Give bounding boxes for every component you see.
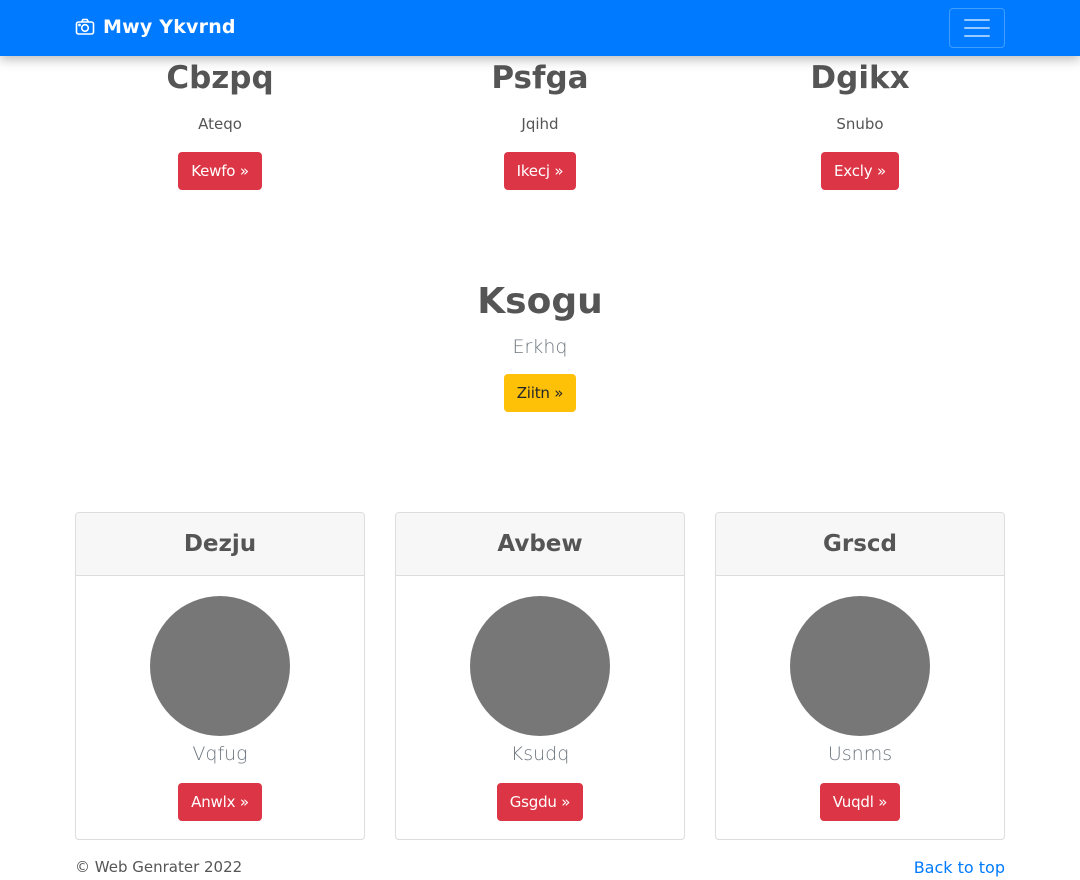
feature-button[interactable]: Kewfo » (178, 152, 262, 190)
card-text: Vqfug (192, 743, 248, 765)
feature-column-1: Cbzpq Ateqo Kewfo » (75, 58, 365, 190)
feature-column-3: Dgikx Snubo Excly » (715, 58, 1005, 190)
hero-button[interactable]: Ziitn » (503, 374, 577, 412)
feature-title: Psfga (491, 60, 589, 96)
hero-subtitle: Erkhq (512, 336, 568, 358)
feature-title: Cbzpq (166, 60, 274, 96)
avatar-placeholder (790, 596, 930, 736)
card-header: Grscd (716, 513, 1004, 576)
card-header: Avbew (396, 513, 684, 576)
hamburger-menu-icon (964, 19, 990, 21)
card-2: Avbew Ksudq Gsgdu » (395, 512, 685, 840)
feature-text: Snubo (836, 115, 884, 133)
feature-title: Dgikx (810, 60, 910, 96)
feature-text: Jqihd (521, 115, 559, 133)
hero-title: Ksogu (477, 281, 603, 322)
back-to-top-link[interactable]: Back to top (914, 858, 1005, 877)
feature-button[interactable]: Ikecj » (503, 152, 577, 190)
navbar: Mwy Ykvrnd (0, 0, 1080, 56)
card-1: Dezju Vqfug Anwlx » (75, 512, 365, 840)
camera-icon (75, 18, 95, 35)
hero-section: Ksogu Erkhq Ziitn » (0, 280, 1080, 412)
card-header: Dezju (76, 513, 364, 576)
card-text: Usnms (827, 743, 893, 765)
avatar-placeholder (150, 596, 290, 736)
card-button[interactable]: Vuqdl » (819, 783, 901, 821)
brand-name: Mwy Ykvrnd (103, 16, 236, 38)
footer-copyright: © Web Genrater 2022 (75, 858, 243, 876)
card-3: Grscd Usnms Vuqdl » (715, 512, 1005, 840)
feature-column-2: Psfga Jqihd Ikecj » (395, 58, 685, 190)
feature-button[interactable]: Excly » (821, 152, 899, 190)
avatar-placeholder (470, 596, 610, 736)
card-button[interactable]: Gsgdu » (496, 783, 584, 821)
brand-link[interactable]: Mwy Ykvrnd (75, 16, 236, 38)
card-text: Ksudq (510, 743, 570, 765)
feature-text: Ateqo (198, 115, 242, 133)
navbar-toggler-button[interactable] (949, 8, 1005, 48)
card-button[interactable]: Anwlx » (178, 783, 262, 821)
